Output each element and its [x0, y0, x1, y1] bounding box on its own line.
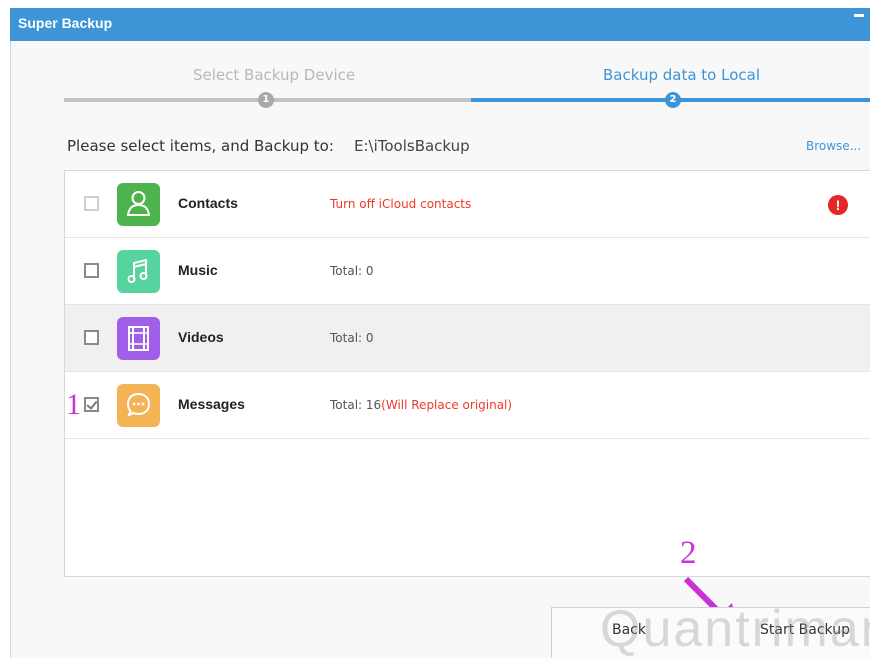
item-status: Total: 16(Will Replace original): [330, 398, 512, 412]
annotation-marker-1: 1: [66, 388, 81, 421]
item-name: Contacts: [178, 195, 238, 211]
chat-bubble-icon: [117, 384, 160, 427]
contacts-icon: [117, 183, 160, 226]
backup-item-list: Contacts Turn off iCloud contacts ! Musi…: [64, 170, 870, 577]
backup-prompt: Please select items, and Backup to:: [67, 137, 334, 155]
list-item-videos[interactable]: Videos Total: 0: [65, 305, 870, 372]
browse-link[interactable]: Browse...: [806, 139, 861, 153]
item-status-note: (Will Replace original): [381, 398, 513, 412]
item-name: Videos: [178, 329, 224, 345]
annotation-marker-2: 2: [680, 535, 697, 571]
item-status: Turn off iCloud contacts: [330, 197, 472, 211]
window-title: Super Backup: [18, 15, 113, 31]
list-item-music[interactable]: Music Total: 0: [65, 238, 870, 305]
contacts-checkbox[interactable]: [84, 196, 99, 211]
videos-checkbox[interactable]: [84, 330, 99, 345]
item-status-total: Total: 16: [330, 398, 382, 412]
step-1-marker: 1: [258, 92, 274, 108]
messages-checkbox[interactable]: [84, 397, 99, 412]
film-icon: [117, 317, 160, 360]
step-2-marker: 2: [665, 92, 681, 108]
watermark-logo: Quantrimang: [600, 600, 870, 658]
music-checkbox[interactable]: [84, 263, 99, 278]
list-item-contacts[interactable]: Contacts Turn off iCloud contacts !: [65, 171, 870, 238]
item-name: Messages: [178, 396, 245, 412]
minimize-icon[interactable]: [854, 14, 864, 17]
list-item-messages[interactable]: Messages Total: 16(Will Replace original…: [65, 372, 870, 439]
backup-path: E:\iToolsBackup: [354, 137, 470, 155]
item-name: Music: [178, 262, 218, 278]
item-status: Total: 0: [330, 264, 374, 278]
item-status: Total: 0: [330, 331, 374, 345]
title-bar: Super Backup: [10, 8, 870, 41]
step-label-select-device: Select Backup Device: [193, 66, 356, 84]
music-note-icon: [117, 250, 160, 293]
warning-icon: !: [828, 195, 848, 215]
step-label-backup-local: Backup data to Local: [603, 66, 761, 84]
